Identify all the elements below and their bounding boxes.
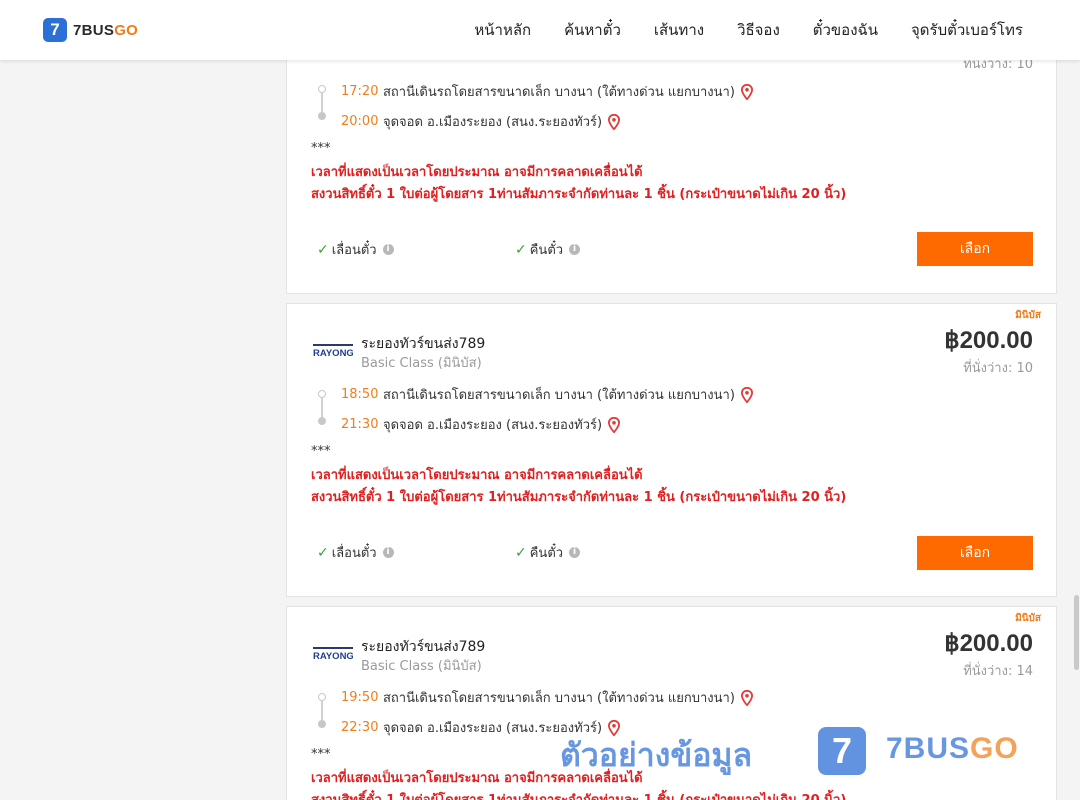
info-icon[interactable]: i xyxy=(569,547,581,558)
nav-my-tickets[interactable]: ตั๋วของฉัน xyxy=(813,18,878,42)
check-icon: ✓ xyxy=(317,241,329,258)
time-disclaimer: เวลาที่แสดงเป็นเวลาโดยประมาณ อาจมีการคลา… xyxy=(311,468,643,483)
map-pin-icon[interactable] xyxy=(740,83,753,100)
check-icon: ✓ xyxy=(515,544,527,561)
watermark-brand: 7BUSGO xyxy=(886,732,1019,765)
seats-available: ที่นั่งว่าง: 14 xyxy=(963,664,1033,679)
logo-text: 7BUSGO xyxy=(73,21,139,39)
nav-how-to-book[interactable]: วิธีจอง xyxy=(737,18,780,42)
minibus-badge: มินิบัส xyxy=(1015,613,1041,624)
arrival-place: จุดจอด อ.เมืองระยอง (สนง.ระยองทัวร์) xyxy=(383,418,603,433)
arrival-time: 22:30 xyxy=(341,720,379,735)
baggage-policy: สงวนสิทธิ์ตั๋ว 1 ใบต่อผู้โดยสาร 1ท่านสัม… xyxy=(311,789,846,800)
refund-option: ✓ คืนตั๋ว i xyxy=(515,542,581,563)
check-icon: ✓ xyxy=(317,544,329,561)
bus-class: Basic Class (มินิบัส) xyxy=(361,659,482,674)
operator-logo: RAYONG xyxy=(313,344,353,358)
arrival-stop: 20:00 จุดจอด อ.เมืองระยอง (สนง.ระยองทัวร… xyxy=(341,111,621,132)
minibus-badge: มินิบัส xyxy=(1015,310,1041,321)
ticket-price: ฿200.00 xyxy=(944,630,1033,657)
site-logo[interactable]: 7 7BUSGO xyxy=(43,18,138,42)
map-pin-icon[interactable] xyxy=(608,416,621,433)
trip-card: มินิบัส RAYONG ระยองทัวร์ขนส่ง789 Basic … xyxy=(286,303,1057,597)
departure-time: 19:50 xyxy=(341,690,379,705)
info-icon[interactable]: i xyxy=(382,244,394,255)
arrival-time: 20:00 xyxy=(341,114,379,129)
departure-stop: 18:50 สถานีเดินรถโดยสารขนาดเล็ก บางนา (ใ… xyxy=(341,384,753,405)
check-icon: ✓ xyxy=(515,241,527,258)
departure-place: สถานีเดินรถโดยสารขนาดเล็ก บางนา (ใต้ทางด… xyxy=(383,691,735,706)
reschedule-option: ✓ เลื่อนตั๋ว i xyxy=(317,239,394,260)
departure-time: 18:50 xyxy=(341,387,379,402)
page-scrollbar[interactable] xyxy=(1072,60,1080,800)
departure-place: สถานีเดินรถโดยสารขนาดเล็ก บางนา (ใต้ทางด… xyxy=(383,388,735,403)
trip-card: ที่นั่งว่าง: 10 17:20 สถานีเดินรถโดยสารข… xyxy=(286,20,1057,294)
nav-ticket-pickup-phone[interactable]: จุดรับตั๋วเบอร์โทร xyxy=(911,18,1023,42)
logo-mark-icon: 7 xyxy=(43,18,67,42)
reschedule-option: ✓ เลื่อนตั๋ว i xyxy=(317,542,394,563)
select-trip-button[interactable]: เลือก xyxy=(917,232,1033,266)
seats-available: ที่นั่งว่าง: 10 xyxy=(963,361,1033,376)
note-stars: *** xyxy=(311,141,331,156)
refund-option: ✓ คืนตั๋ว i xyxy=(515,239,581,260)
info-icon[interactable]: i xyxy=(382,547,394,558)
departure-stop: 17:20 สถานีเดินรถโดยสารขนาดเล็ก บางนา (ใ… xyxy=(341,81,753,102)
watermark-logo-icon: 7 xyxy=(818,727,866,775)
watermark-text: ตัวอย่างข้อมูล xyxy=(560,736,753,774)
main-nav: หน้าหลัก ค้นหาตั๋ว เส้นทาง วิธีจอง ตั๋วข… xyxy=(474,0,1023,60)
top-navbar: 7 7BUSGO หน้าหลัก ค้นหาตั๋ว เส้นทาง วิธี… xyxy=(0,0,1080,60)
departure-time: 17:20 xyxy=(341,84,379,99)
svg-text:RAYONG: RAYONG xyxy=(313,651,353,661)
svg-text:RAYONG: RAYONG xyxy=(313,348,353,358)
arrival-time: 21:30 xyxy=(341,417,379,432)
baggage-policy: สงวนสิทธิ์ตั๋ว 1 ใบต่อผู้โดยสาร 1ท่านสัม… xyxy=(311,490,847,505)
info-icon[interactable]: i xyxy=(569,244,581,255)
nav-search-tickets[interactable]: ค้นหาตั๋ว xyxy=(564,18,621,42)
map-pin-icon[interactable] xyxy=(740,689,753,706)
select-trip-button[interactable]: เลือก xyxy=(917,536,1033,570)
arrival-stop: 21:30 จุดจอด อ.เมืองระยอง (สนง.ระยองทัวร… xyxy=(341,414,621,435)
time-disclaimer: เวลาที่แสดงเป็นเวลาโดยประมาณ อาจมีการคลา… xyxy=(311,165,643,180)
departure-place: สถานีเดินรถโดยสารขนาดเล็ก บางนา (ใต้ทางด… xyxy=(383,85,735,100)
departure-stop: 19:50 สถานีเดินรถโดยสารขนาดเล็ก บางนา (ใ… xyxy=(341,687,753,708)
note-stars: *** xyxy=(311,444,331,459)
nav-home[interactable]: หน้าหลัก xyxy=(474,18,531,42)
nav-routes[interactable]: เส้นทาง xyxy=(654,18,704,42)
operator-logo: RAYONG xyxy=(313,647,353,661)
scrollbar-thumb[interactable] xyxy=(1074,595,1079,670)
note-stars: *** xyxy=(311,747,331,762)
map-pin-icon[interactable] xyxy=(740,386,753,403)
ticket-price: ฿200.00 xyxy=(944,327,1033,354)
arrival-place: จุดจอด อ.เมืองระยอง (สนง.ระยองทัวร์) xyxy=(383,115,603,130)
bus-class: Basic Class (มินิบัส) xyxy=(361,356,482,371)
map-pin-icon[interactable] xyxy=(608,113,621,130)
baggage-policy: สงวนสิทธิ์ตั๋ว 1 ใบต่อผู้โดยสาร 1ท่านสัม… xyxy=(311,187,847,202)
